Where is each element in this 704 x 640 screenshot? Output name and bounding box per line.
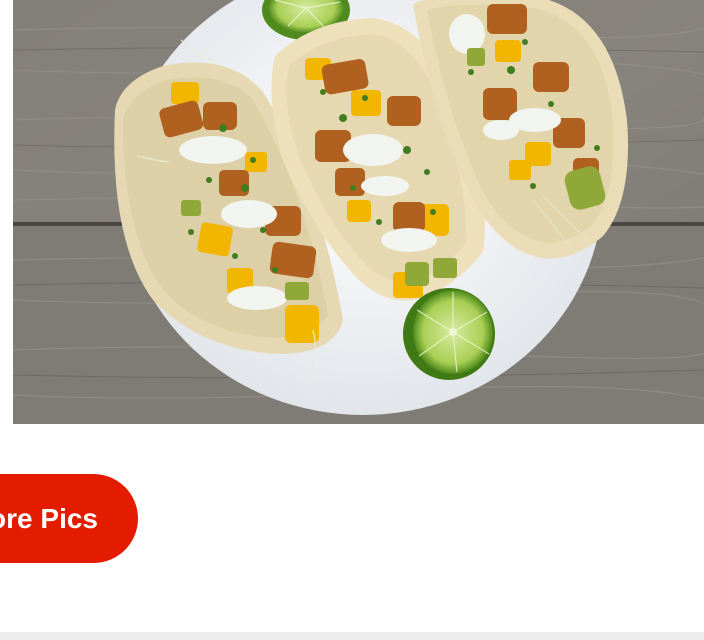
- more-pics-button[interactable]: More Pics: [0, 474, 138, 563]
- page: More Pics: [0, 0, 704, 640]
- bottom-divider: [0, 632, 704, 640]
- lime-bottom: [403, 288, 495, 380]
- tacos-photo[interactable]: [13, 0, 704, 424]
